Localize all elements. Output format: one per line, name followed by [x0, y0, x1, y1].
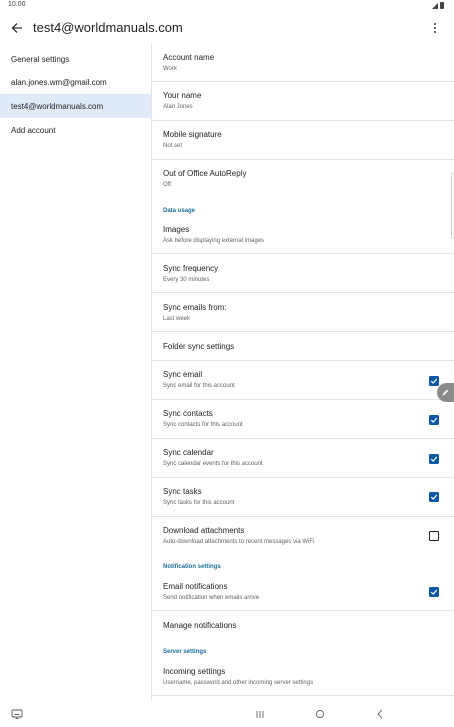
sync-contacts-setting[interactable]: Sync contacts Sync contacts for this acc… — [152, 400, 454, 439]
sync-contacts-checkbox[interactable] — [429, 415, 439, 425]
sync-tasks-setting[interactable]: Sync tasks Sync tasks for this account — [152, 478, 454, 517]
sidebar-item-label: General settings — [11, 54, 70, 64]
status-time: 10.00 — [8, 1, 26, 8]
sidebar-item-general-settings[interactable]: General settings — [0, 47, 151, 71]
status-icons — [432, 2, 444, 9]
setting-value: Auto-download attachments to recent mess… — [163, 539, 315, 545]
sync-tasks-checkbox[interactable] — [429, 492, 439, 502]
setting-value: Last week — [163, 316, 191, 322]
back-nav-icon — [377, 709, 383, 719]
email-notifications-checkbox[interactable] — [429, 587, 439, 597]
setting-value: Not set — [163, 143, 183, 149]
setting-title: Manage notifications — [163, 621, 237, 630]
sidebar-item-add-account[interactable]: Add account — [0, 118, 151, 142]
setting-title: Your name — [163, 91, 202, 100]
keyboard-icon — [11, 709, 23, 719]
sidebar-item-label: alan.jones.wm@gmail.com — [11, 77, 107, 87]
images-setting[interactable]: Images Ask before displaying external im… — [152, 216, 454, 254]
home-icon — [316, 710, 324, 718]
checkmark-icon — [430, 456, 438, 462]
checkmark-icon — [430, 589, 438, 595]
sidebar-item-worldmanuals-account[interactable]: test4@worldmanuals.com — [0, 94, 151, 118]
signal-icon — [432, 3, 438, 9]
settings-list: Account name Work Your name Alan Jones M… — [152, 44, 454, 700]
system-nav-bar — [0, 700, 454, 727]
setting-title: Sync frequency — [163, 264, 219, 273]
setting-title: Account name — [163, 53, 215, 62]
sync-email-checkbox[interactable] — [429, 376, 439, 386]
setting-value: Username, password and other incoming se… — [163, 680, 314, 686]
your-name-setting[interactable]: Your name Alan Jones — [152, 82, 454, 121]
section-header-data-usage: Data usage — [163, 208, 196, 214]
sidebar-item-gmail-account[interactable]: alan.jones.wm@gmail.com — [0, 70, 151, 94]
more-vert-icon — [434, 23, 436, 33]
download-attachments-checkbox[interactable] — [429, 531, 439, 541]
setting-title: Sync calendar — [163, 448, 214, 457]
setting-title: Out of Office AutoReply — [163, 169, 247, 178]
setting-value: Every 30 minutes — [163, 277, 210, 283]
setting-title: Sync contacts — [163, 409, 213, 418]
setting-title: Email notifications — [163, 582, 228, 591]
setting-value: Alan Jones — [163, 104, 193, 110]
sync-calendar-setting[interactable]: Sync calendar Sync calendar events for t… — [152, 439, 454, 478]
section-header-notification-settings: Notification settings — [163, 564, 221, 570]
setting-value: Sync email for this account — [163, 383, 235, 389]
keyboard-button[interactable] — [9, 706, 25, 722]
setting-value: Send notification when emails arrive — [163, 595, 260, 601]
mobile-signature-setting[interactable]: Mobile signature Not set — [152, 121, 454, 160]
back-button[interactable] — [6, 17, 28, 39]
battery-icon — [440, 2, 444, 9]
setting-title: Mobile signature — [163, 130, 222, 139]
home-button[interactable] — [312, 706, 328, 722]
folder-sync-settings[interactable]: Folder sync settings — [152, 332, 454, 361]
sidebar-item-label: Add account — [11, 125, 56, 135]
checkmark-icon — [430, 378, 438, 384]
incoming-settings[interactable]: Incoming settings Username, password and… — [152, 658, 454, 696]
setting-value: Sync calendar events for this account — [163, 461, 263, 467]
out-of-office-setting[interactable]: Out of Office AutoReply Off — [152, 160, 454, 200]
back-nav-button[interactable] — [372, 706, 388, 722]
setting-value: Sync tasks for this account — [163, 500, 235, 506]
setting-title: Download attachments — [163, 526, 245, 535]
manage-notifications-setting[interactable]: Manage notifications — [152, 611, 454, 641]
sync-emails-from-setting[interactable]: Sync emails from: Last week — [152, 293, 454, 332]
recents-icon — [256, 710, 264, 718]
setting-title: Incoming settings — [163, 667, 226, 676]
setting-title: Folder sync settings — [163, 342, 235, 351]
checkmark-icon — [430, 417, 438, 423]
setting-title: Images — [163, 225, 190, 234]
recents-button[interactable] — [252, 706, 268, 722]
more-options-button[interactable] — [424, 17, 446, 39]
setting-title: Sync emails from: — [163, 303, 227, 312]
download-attachments-setting[interactable]: Download attachments Auto-download attac… — [152, 517, 454, 556]
sync-frequency-setting[interactable]: Sync frequency Every 30 minutes — [152, 254, 454, 293]
app-bar: test4@worldmanuals.com — [0, 12, 454, 44]
back-arrow-icon — [11, 23, 22, 33]
section-header-server-settings: Server settings — [163, 649, 207, 655]
checkmark-icon — [430, 494, 438, 500]
sidebar-item-label: test4@worldmanuals.com — [11, 101, 104, 111]
accounts-sidebar: General settings alan.jones.wm@gmail.com… — [0, 44, 151, 700]
status-bar: 10.00 — [0, 0, 454, 12]
edit-button[interactable] — [437, 383, 454, 402]
setting-title: Sync email — [163, 370, 203, 379]
account-name-setting[interactable]: Account name Work — [152, 44, 454, 82]
sync-calendar-checkbox[interactable] — [429, 454, 439, 464]
setting-value: Work — [163, 66, 177, 72]
setting-value: Ask before displaying external images — [163, 238, 265, 244]
email-notifications-setting[interactable]: Email notifications Send notification wh… — [152, 572, 454, 611]
page-title: test4@worldmanuals.com — [33, 20, 183, 35]
setting-value: Sync contacts for this account — [163, 422, 243, 428]
pencil-icon — [442, 389, 449, 396]
setting-value: Off — [163, 182, 171, 188]
setting-title: Sync tasks — [163, 487, 202, 496]
sync-email-setting[interactable]: Sync email Sync email for this account — [152, 361, 454, 400]
